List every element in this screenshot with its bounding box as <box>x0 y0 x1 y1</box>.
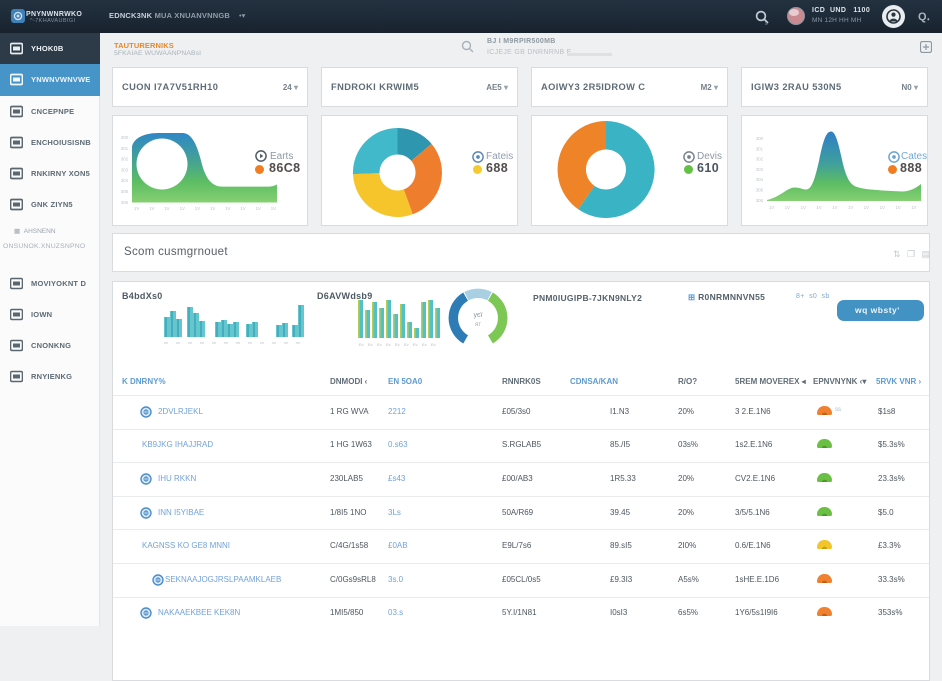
svg-text:304: 304 <box>121 178 129 183</box>
svg-text:303: 303 <box>121 167 129 172</box>
svg-text:1V: 1V <box>895 205 900 210</box>
svg-text:1V: 1V <box>832 205 837 210</box>
svg-text:306: 306 <box>756 198 764 203</box>
svg-text:1V: 1V <box>240 206 245 211</box>
svg-text:vv: vv <box>212 340 216 345</box>
svg-text:уєї: уєї <box>473 312 482 319</box>
svg-text:1V: 1V <box>164 206 169 211</box>
svg-text:1V: 1V <box>180 206 185 211</box>
svg-text:1V: 1V <box>271 206 276 211</box>
svg-text:Ev: Ev <box>395 342 400 347</box>
svg-text:1V: 1V <box>134 206 139 211</box>
svg-text:302: 302 <box>756 157 764 162</box>
svg-text:Ev: Ev <box>422 342 427 347</box>
svg-text:1V: 1V <box>801 205 806 210</box>
svg-text:302: 302 <box>121 157 129 162</box>
svg-text:1V: 1V <box>256 206 261 211</box>
svg-text:Ev: Ev <box>413 342 418 347</box>
svg-text:1V: 1V <box>210 206 215 211</box>
svg-text:vv: vv <box>296 340 300 345</box>
svg-text:Ev: Ev <box>404 342 409 347</box>
svg-text:305: 305 <box>756 188 764 193</box>
svg-text:1V: 1V <box>149 206 154 211</box>
svg-text:1V: 1V <box>848 205 853 210</box>
svg-text:1V: 1V <box>195 206 200 211</box>
svg-text:303: 303 <box>756 167 764 172</box>
svg-text:Ev: Ev <box>386 342 391 347</box>
svg-text:vv: vv <box>284 340 288 345</box>
svg-text:vv: vv <box>260 340 264 345</box>
svg-text:Ev: Ev <box>377 342 382 347</box>
svg-text:301: 301 <box>121 146 129 151</box>
svg-text:306: 306 <box>121 200 129 205</box>
svg-text:1V: 1V <box>880 205 885 210</box>
svg-text:vv: vv <box>164 340 168 345</box>
svg-text:vv: vv <box>272 340 276 345</box>
svg-text:vv: vv <box>200 340 204 345</box>
svg-text:300: 300 <box>756 136 764 141</box>
svg-text:vv: vv <box>224 340 228 345</box>
svg-text:301: 301 <box>756 146 764 151</box>
svg-text:Ev: Ev <box>368 342 373 347</box>
svg-text:Ev: Ev <box>359 342 364 347</box>
svg-text:1V: 1V <box>816 205 821 210</box>
svg-text:vv: vv <box>236 340 240 345</box>
svg-text:vv: vv <box>176 340 180 345</box>
svg-text:300: 300 <box>121 135 129 140</box>
svg-text:304: 304 <box>756 177 764 182</box>
svg-text:1V: 1V <box>864 205 869 210</box>
svg-text:1V: 1V <box>769 205 774 210</box>
svg-text:vv: vv <box>248 340 252 345</box>
svg-text:1V: 1V <box>785 205 790 210</box>
svg-text:1V: 1V <box>225 206 230 211</box>
svg-text:Ev: Ev <box>431 342 436 347</box>
svg-text:1V: 1V <box>911 205 916 210</box>
svg-text:vv: vv <box>188 340 192 345</box>
svg-text:ят: ят <box>475 322 481 328</box>
svg-text:305: 305 <box>121 189 129 194</box>
